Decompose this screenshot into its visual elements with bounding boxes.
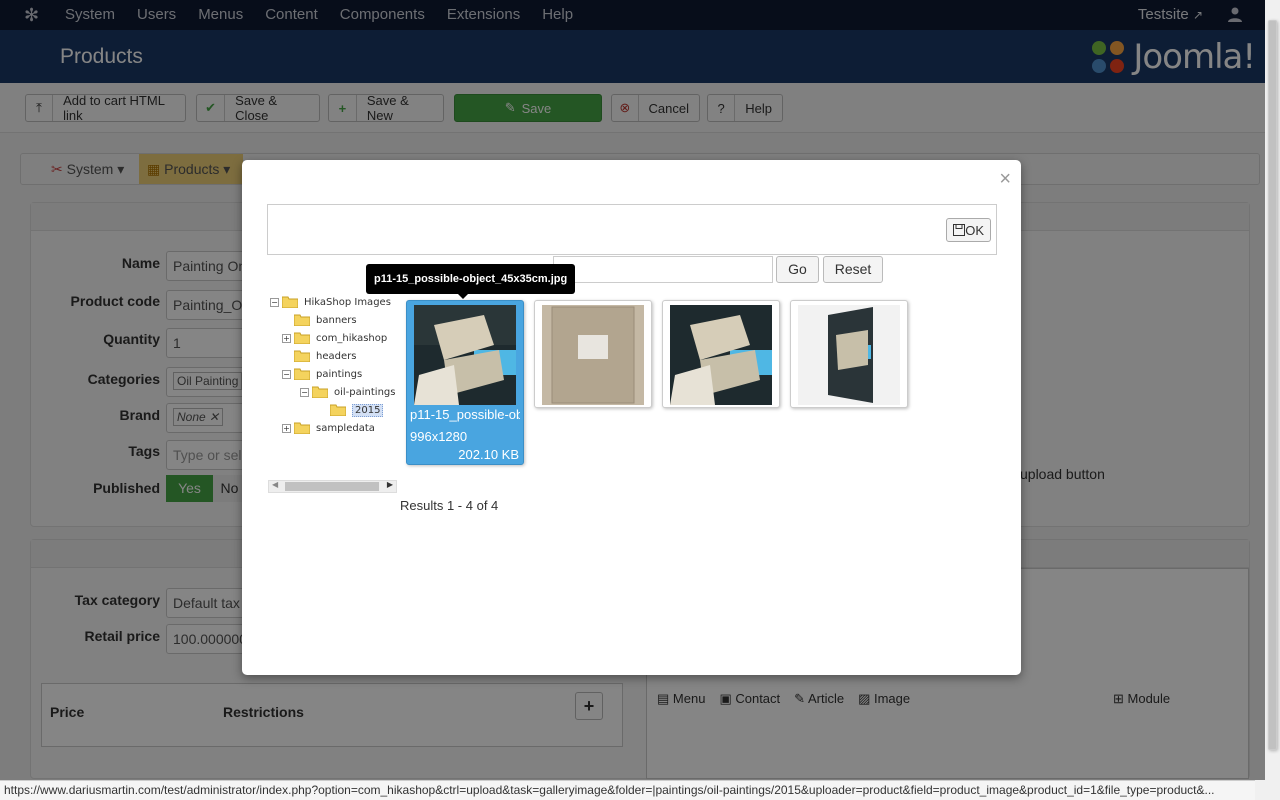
folder-icon bbox=[294, 350, 310, 362]
tree-scrollbar-thumb[interactable] bbox=[285, 482, 379, 491]
folder-open-icon bbox=[312, 386, 328, 398]
painting-angle-thumbnail bbox=[798, 305, 900, 405]
collapse-icon[interactable]: − bbox=[270, 297, 279, 307]
image-gallery-modal: × OK Go Reset − HikaShop Images banners … bbox=[242, 160, 1021, 675]
save-disk-icon bbox=[953, 224, 966, 236]
results-count: Results 1 - 4 of 4 bbox=[400, 498, 499, 513]
tree-item-com-hikashop[interactable]: + com_hikashop bbox=[282, 329, 387, 347]
ok-label: OK bbox=[965, 222, 984, 238]
folder-open-icon bbox=[282, 296, 298, 308]
image-filesize: 202.10 KB bbox=[458, 447, 519, 462]
close-icon[interactable]: × bbox=[999, 168, 1011, 191]
reset-button[interactable]: Reset bbox=[823, 256, 883, 283]
painting-thumbnail bbox=[670, 305, 772, 405]
expand-icon[interactable]: + bbox=[282, 333, 291, 343]
gallery-image-selected[interactable]: p11-15_possible-object_45x35cm.jpg 996x1… bbox=[406, 300, 524, 465]
gallery-image[interactable] bbox=[534, 300, 652, 408]
tree-item-label: com_hikashop bbox=[316, 332, 388, 344]
collapse-icon[interactable]: − bbox=[300, 387, 309, 397]
folder-icon bbox=[294, 314, 310, 326]
tree-item-headers[interactable]: headers bbox=[294, 347, 356, 365]
tree-item-label: paintings bbox=[316, 368, 363, 380]
tree-item-banners[interactable]: banners bbox=[294, 311, 357, 329]
expand-icon[interactable]: + bbox=[282, 423, 291, 433]
go-button[interactable]: Go bbox=[776, 256, 819, 283]
page-scrollbar-thumb[interactable] bbox=[1268, 20, 1277, 750]
folder-open-icon bbox=[294, 368, 310, 380]
folder-open-icon bbox=[330, 404, 346, 416]
tree-item-label: banners bbox=[316, 314, 357, 326]
ok-button[interactable]: OK bbox=[946, 218, 991, 242]
tree-horizontal-scrollbar[interactable]: ◀ ▶ bbox=[268, 480, 397, 493]
upload-area[interactable]: OK bbox=[267, 204, 997, 255]
tree-item-label-selected: 2015 bbox=[352, 403, 384, 417]
tree-item-label: sampledata bbox=[316, 422, 375, 434]
tree-item-label: headers bbox=[316, 350, 357, 362]
gallery-image[interactable] bbox=[662, 300, 780, 408]
image-tooltip: p11-15_possible-object_45x35cm.jpg bbox=[366, 264, 576, 299]
image-dimensions: 996x1280 bbox=[410, 429, 468, 444]
gallery-search-input[interactable] bbox=[553, 256, 773, 283]
collapse-icon[interactable]: − bbox=[282, 369, 291, 379]
image-filename: p11-15_possible-object_45x35cm.jpg bbox=[410, 407, 520, 422]
painting-back-thumbnail bbox=[542, 305, 644, 405]
folder-icon bbox=[294, 332, 310, 344]
tree-item-paintings[interactable]: − paintings bbox=[282, 365, 362, 383]
tree-item-sampledata[interactable]: + sampledata bbox=[282, 419, 375, 437]
scroll-left-icon[interactable]: ◀ bbox=[272, 480, 278, 489]
tree-root[interactable]: − HikaShop Images bbox=[270, 293, 391, 311]
page-scrollbar[interactable] bbox=[1265, 0, 1280, 780]
gallery-image[interactable] bbox=[790, 300, 908, 408]
tree-item-oil-paintings[interactable]: − oil-paintings bbox=[300, 383, 395, 401]
browser-status-bar: https://www.dariusmartin.com/test/admini… bbox=[0, 780, 1255, 800]
scroll-right-icon[interactable]: ▶ bbox=[387, 480, 393, 489]
tree-item-2015[interactable]: 2015 bbox=[330, 401, 384, 419]
tree-root-label: HikaShop Images bbox=[304, 296, 391, 308]
painting-thumbnail bbox=[414, 305, 516, 405]
tree-item-label: oil-paintings bbox=[334, 386, 396, 398]
folder-icon bbox=[294, 422, 310, 434]
